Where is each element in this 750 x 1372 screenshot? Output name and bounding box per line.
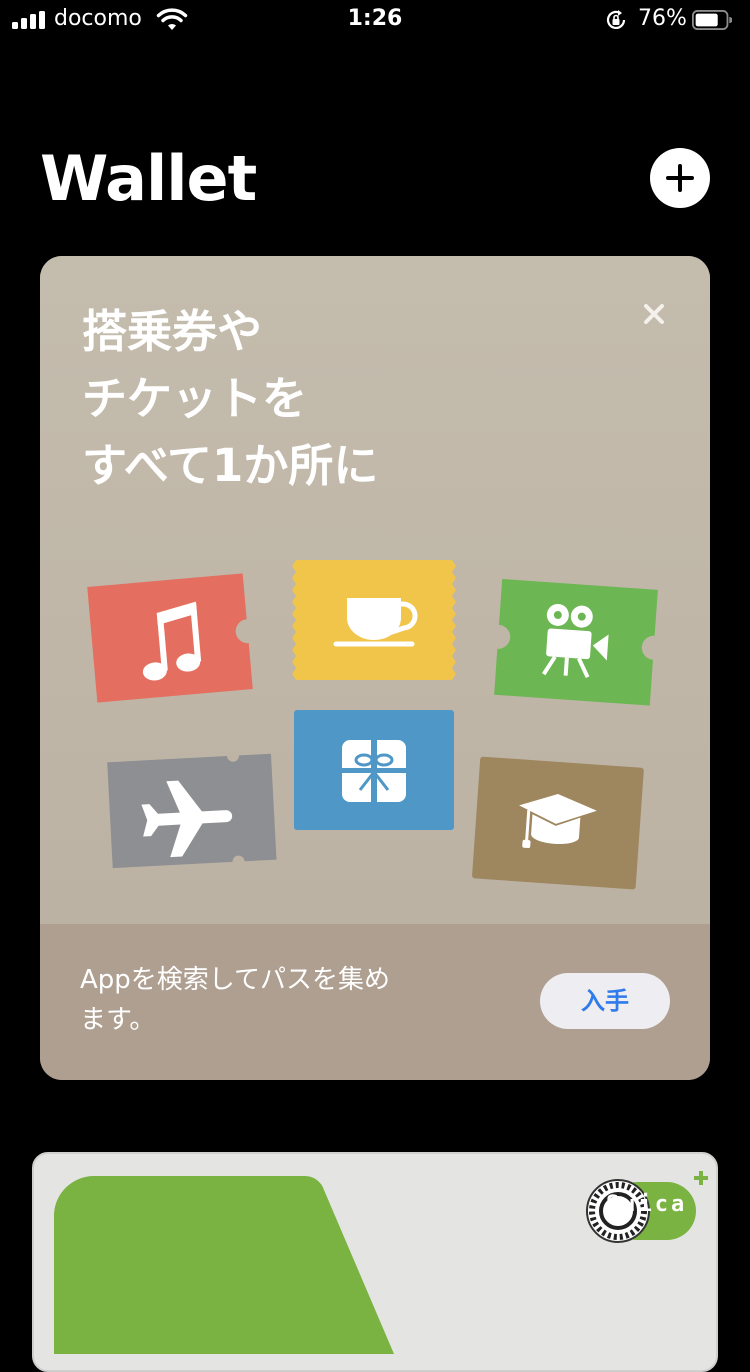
suica-card[interactable] xyxy=(32,1152,718,1372)
page-title: Wallet xyxy=(40,142,257,215)
music-ticket xyxy=(87,573,253,703)
suica-card-art xyxy=(54,1171,708,1354)
get-button[interactable]: 入手 xyxy=(540,973,670,1029)
suica-green-stripe xyxy=(54,1175,394,1354)
ticket-illustration xyxy=(87,560,658,890)
orientation-lock-icon xyxy=(606,10,626,29)
airplane-ticket xyxy=(107,753,277,869)
plus-icon xyxy=(666,164,694,192)
status-bar: docomo 1:26 76% xyxy=(0,0,750,40)
music-ticket-shape xyxy=(87,573,253,703)
add-pass-button[interactable] xyxy=(650,148,710,208)
gift-ticket xyxy=(294,710,454,830)
battery-icon xyxy=(692,10,732,30)
close-icon[interactable] xyxy=(640,300,668,328)
promo-description: Appを検索してパスを集めます。 xyxy=(80,965,391,1035)
movie-ticket xyxy=(494,578,658,706)
battery-percent: 76% xyxy=(638,6,687,31)
suica-logo-text: Suica xyxy=(606,1192,688,1217)
promo-card: 搭乗券や チケットを すべて1か所に Appを検索してパスを集めます。 入手 xyxy=(40,256,710,1080)
gift-icon xyxy=(342,740,406,802)
graduation-ticket xyxy=(472,756,644,890)
coffee-ticket xyxy=(292,560,456,680)
promo-headline: 搭乗券や チケットを すべて1か所に xyxy=(82,305,379,492)
